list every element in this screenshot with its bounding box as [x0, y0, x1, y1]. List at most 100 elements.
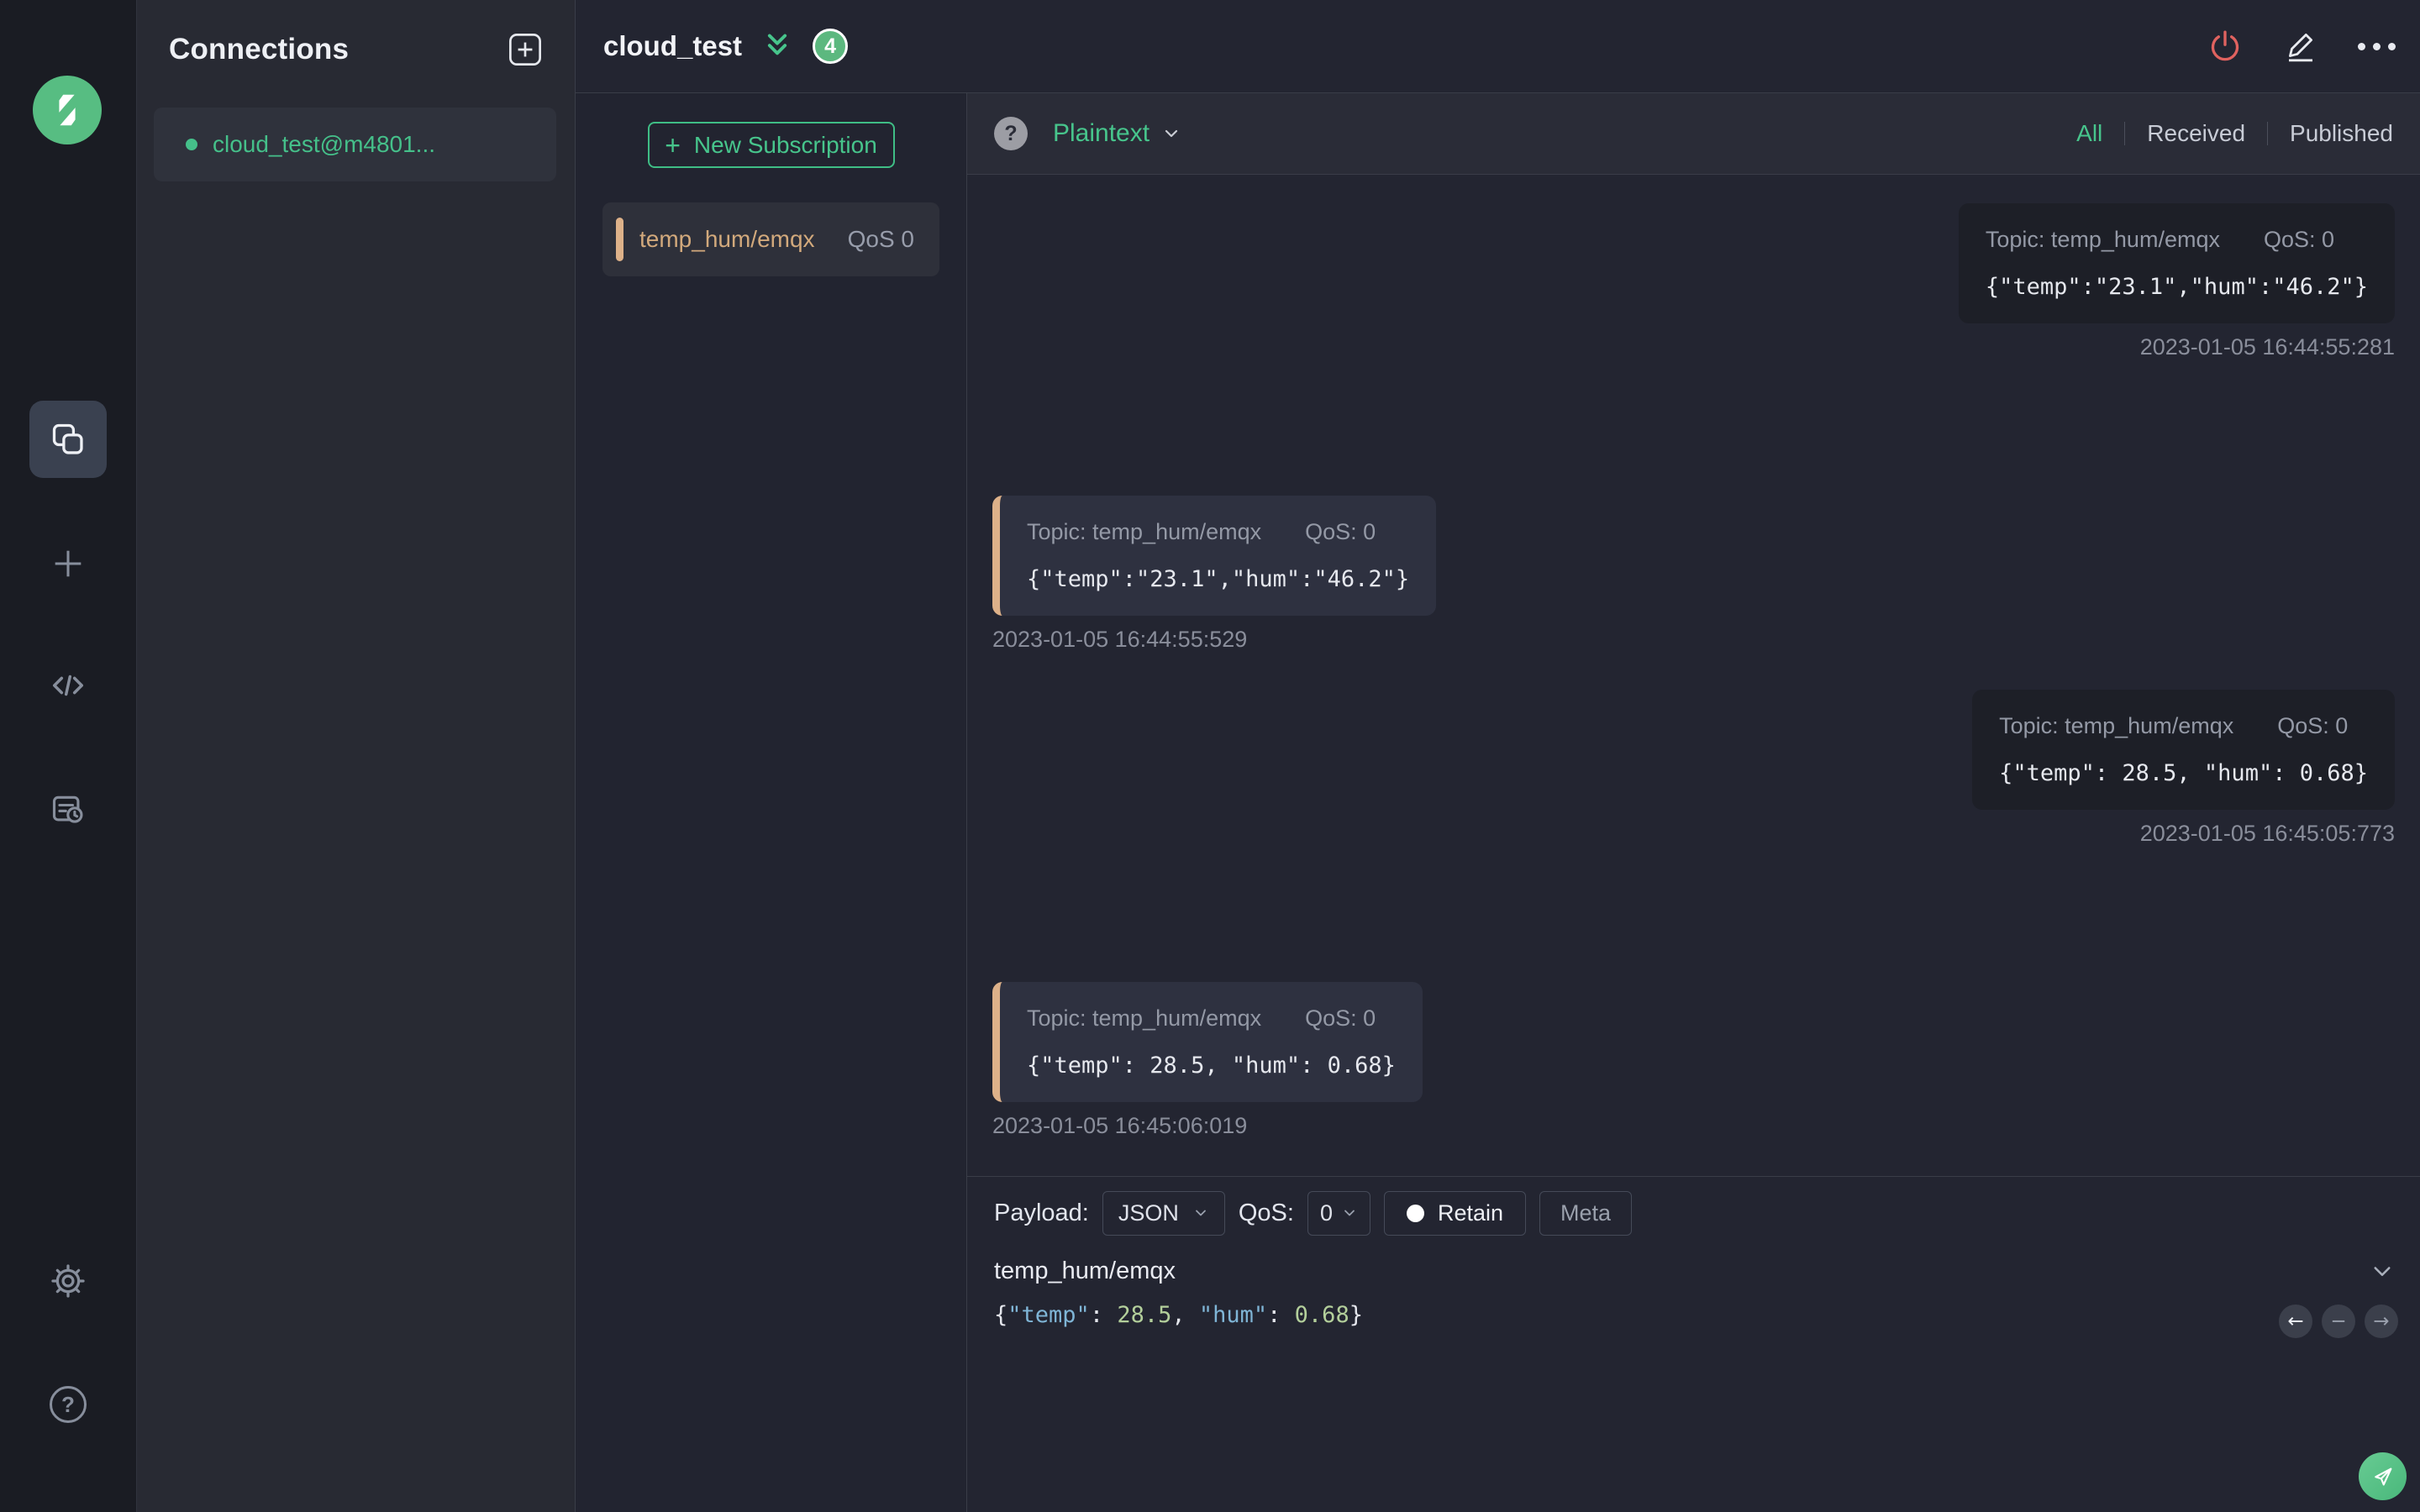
filter-all[interactable]: All: [2076, 120, 2102, 147]
nav-settings-button[interactable]: [29, 1242, 107, 1320]
filter-separator: [2267, 122, 2269, 145]
message-bubble[interactable]: Topic: temp_hum/emqx QoS: 0 {"temp":"23.…: [1958, 203, 2395, 323]
message-payload: {"temp": 28.5, "hum": 0.68}: [1027, 1053, 1396, 1079]
filter-separator: [2124, 122, 2126, 145]
log-icon: [52, 795, 83, 823]
message-topic: Topic: temp_hum/emqx: [1027, 1005, 1262, 1031]
json-token: "hum": [1198, 1302, 1268, 1328]
qos-label: QoS:: [1238, 1199, 1294, 1226]
connections-title: Connections: [169, 33, 350, 66]
message-timestamp: 2023-01-05 16:45:05:773: [2139, 821, 2395, 846]
payload-history-nav: ← − →: [2279, 1305, 2398, 1338]
message-filters: All Received Published: [2076, 120, 2393, 147]
filter-published[interactable]: Published: [2290, 120, 2393, 147]
collapse-all-icon[interactable]: [760, 29, 794, 63]
retain-dot-icon: [1407, 1204, 1424, 1222]
subscription-item[interactable]: temp_hum/emqx QoS 0: [602, 202, 939, 276]
message-payload: {"temp":"23.1","hum":"46.2"}: [1027, 566, 1410, 592]
edit-pencil-icon: [2289, 33, 2312, 62]
payload-format-select[interactable]: JSON: [1102, 1190, 1225, 1236]
json-token: "temp": [1007, 1302, 1090, 1328]
message-topic: Topic: temp_hum/emqx: [1999, 713, 2234, 738]
payload-help-icon[interactable]: ?: [994, 117, 1028, 150]
chevron-down-icon: [1344, 1210, 1355, 1216]
json-token: 28.5: [1117, 1302, 1172, 1328]
message-toolbar: ? Plaintext All Received Published: [967, 93, 2420, 175]
chevron-down-icon: [1165, 129, 1178, 138]
settings-gear-icon: [51, 1264, 85, 1298]
disconnect-button[interactable]: [2202, 23, 2249, 70]
message-bubble[interactable]: Topic: temp_hum/emqx QoS: 0 {"temp": 28.…: [992, 982, 1423, 1102]
connection-view: cloud_test 4 + New Subscription temp_hum…: [576, 0, 2420, 1512]
filter-received[interactable]: Received: [2147, 120, 2245, 147]
nav-script-button[interactable]: [29, 647, 107, 724]
format-value: Plaintext: [1053, 119, 1150, 147]
send-button[interactable]: [2359, 1452, 2407, 1500]
payload-label: Payload:: [994, 1199, 1089, 1226]
json-token: 0.68: [1294, 1302, 1349, 1328]
help-icon: ?: [50, 1386, 87, 1423]
subscription-count-badge: 4: [813, 29, 849, 64]
message-bubble[interactable]: Topic: temp_hum/emqx QoS: 0 {"temp":"23.…: [992, 496, 1437, 616]
message-timestamp: 2023-01-05 16:45:06:019: [992, 1113, 1248, 1138]
message-received: Topic: temp_hum/emqx QoS: 0 {"temp":"23.…: [992, 496, 2395, 653]
subscription-qos: QoS 0: [847, 226, 914, 252]
new-subscription-button[interactable]: + New Subscription: [647, 122, 895, 168]
mqttx-logo-mark: [59, 94, 76, 126]
message-topic: Topic: temp_hum/emqx: [1027, 519, 1262, 544]
nav-new-connection-button[interactable]: [29, 525, 107, 602]
topic-input[interactable]: temp_hum/emqx: [994, 1257, 1176, 1285]
qos-select[interactable]: 0: [1307, 1190, 1370, 1236]
message-received: Topic: temp_hum/emqx QoS: 0 {"temp": 28.…: [992, 982, 2395, 1139]
retain-toggle[interactable]: Retain: [1384, 1190, 1527, 1236]
left-nav-rail: ?: [0, 0, 137, 1512]
connection-list-item[interactable]: cloud_test@m4801...: [154, 108, 556, 181]
publish-panel: Payload: JSON QoS: 0 Retain Meta temp_hu…: [967, 1176, 2420, 1512]
payload-editor[interactable]: {"temp": 28.5, "hum": 0.68}: [967, 1285, 2420, 1328]
message-payload: {"temp": 28.5, "hum": 0.68}: [1999, 760, 2368, 786]
message-bubble[interactable]: Topic: temp_hum/emqx QoS: 0 {"temp": 28.…: [1972, 690, 2395, 810]
plus-square-icon: [509, 34, 541, 66]
new-subscription-label: New Subscription: [693, 131, 877, 158]
message-area: ? Plaintext All Received Published Topic…: [967, 93, 2420, 1512]
message-timestamp: 2023-01-05 16:44:55:281: [2139, 334, 2395, 360]
connection-header: cloud_test 4: [576, 0, 2420, 93]
nav-connections-button[interactable]: [29, 401, 107, 478]
plus-icon: [55, 550, 82, 577]
connections-icon: [52, 423, 83, 454]
json-token: :: [1267, 1302, 1295, 1328]
prev-payload-button[interactable]: ←: [2279, 1305, 2312, 1338]
payload-format-value: JSON: [1118, 1200, 1179, 1226]
add-connection-button[interactable]: [506, 30, 544, 69]
connection-title: cloud_test: [603, 30, 743, 61]
message-qos: QoS: 0: [2277, 713, 2349, 738]
json-token: ,: [1171, 1302, 1199, 1328]
chevron-down-icon: [2374, 1266, 2391, 1276]
nav-log-button[interactable]: [29, 771, 107, 848]
connection-name: cloud_test@m4801...: [213, 131, 436, 157]
connected-status-dot: [186, 139, 197, 150]
nav-help-button[interactable]: ?: [29, 1366, 107, 1443]
next-payload-button[interactable]: →: [2365, 1305, 2398, 1338]
json-token: }: [1349, 1302, 1363, 1328]
message-payload: {"temp":"23.1","hum":"46.2"}: [1985, 274, 2368, 300]
delete-payload-button[interactable]: −: [2322, 1305, 2355, 1338]
edit-connection-button[interactable]: [2277, 23, 2324, 70]
more-options-button[interactable]: [2353, 23, 2400, 70]
subscriptions-panel: + New Subscription temp_hum/emqx QoS 0: [576, 93, 967, 1512]
message-published: Topic: temp_hum/emqx QoS: 0 {"temp": 28.…: [992, 690, 2395, 945]
meta-button[interactable]: Meta: [1539, 1190, 1633, 1236]
mqttx-logo: [33, 76, 102, 144]
qos-value: 0: [1319, 1200, 1333, 1226]
code-icon: [52, 675, 84, 696]
format-dropdown[interactable]: Plaintext: [1053, 119, 1181, 148]
message-qos: QoS: 0: [2263, 227, 2335, 252]
message-published: Topic: temp_hum/emqx QoS: 0 {"temp":"23.…: [992, 203, 2395, 459]
ellipsis-icon: [2357, 42, 2396, 50]
subscription-color-bar: [616, 218, 623, 261]
message-list: Topic: temp_hum/emqx QoS: 0 {"temp":"23.…: [967, 175, 2420, 1176]
subscription-topic: temp_hum/emqx: [639, 226, 815, 252]
collapse-publish-icon[interactable]: [2370, 1259, 2395, 1284]
power-icon: [2211, 30, 2239, 61]
message-timestamp: 2023-01-05 16:44:55:529: [992, 627, 1248, 652]
